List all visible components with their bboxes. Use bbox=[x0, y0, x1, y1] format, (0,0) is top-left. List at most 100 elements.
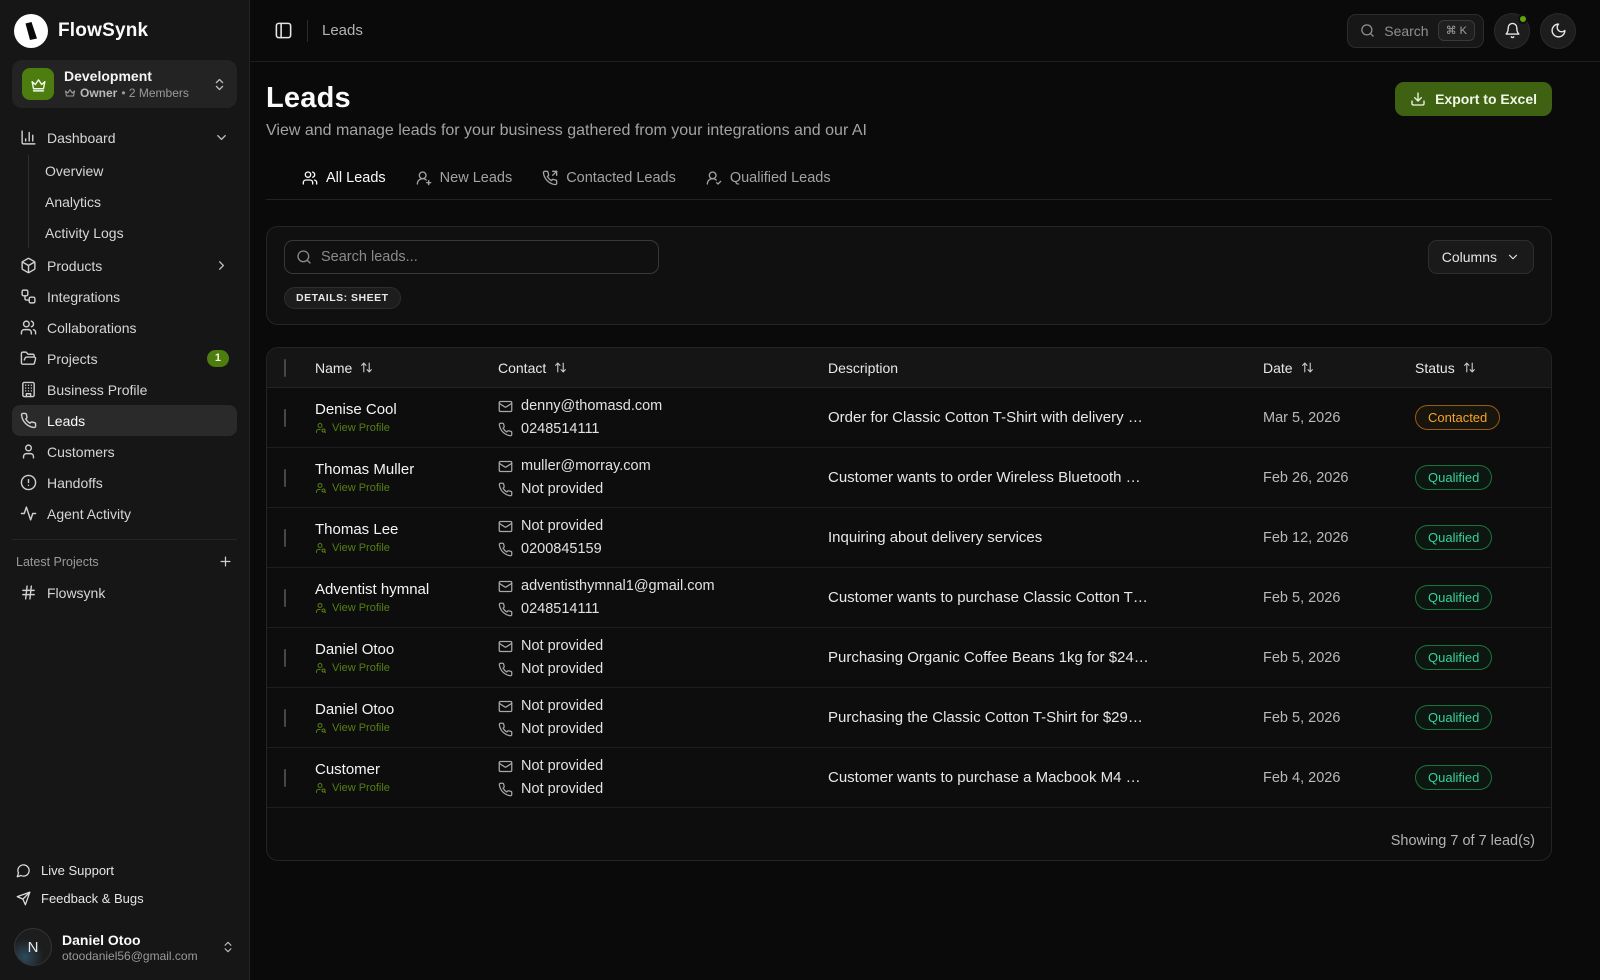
page-subtitle: View and manage leads for your business … bbox=[266, 122, 867, 140]
sidebar-item-dashboard[interactable]: Dashboard bbox=[12, 122, 237, 153]
table-row: Adventist hymnal View Profile adventisth… bbox=[267, 568, 1551, 628]
theme-toggle-button[interactable] bbox=[1540, 13, 1576, 49]
phone-icon bbox=[498, 662, 513, 677]
sidebar-toggle-button[interactable] bbox=[274, 21, 293, 40]
divider bbox=[12, 539, 237, 540]
phone-icon bbox=[20, 412, 37, 429]
notification-dot bbox=[1518, 14, 1528, 24]
sidebar-item-customers[interactable]: Customers bbox=[12, 436, 237, 467]
sidebar-item-project-flowsynk[interactable]: Flowsynk bbox=[12, 577, 237, 608]
sidebar-item-collaborations[interactable]: Collaborations bbox=[12, 312, 237, 343]
row-checkbox[interactable] bbox=[284, 709, 286, 727]
header-date[interactable]: Date bbox=[1263, 360, 1415, 376]
user-menu[interactable]: N Daniel Otoo otoodaniel56@gmail.com bbox=[12, 928, 237, 966]
status-badge: Qualified bbox=[1415, 765, 1492, 790]
sidebar-item-business-profile[interactable]: Business Profile bbox=[12, 374, 237, 405]
search-icon bbox=[1360, 23, 1375, 38]
results-count: Showing 7 of 7 lead(s) bbox=[1391, 833, 1535, 849]
view-profile-link[interactable]: View Profile bbox=[315, 722, 498, 734]
sidebar-item-overview[interactable]: Overview bbox=[45, 155, 237, 186]
phone-icon bbox=[498, 542, 513, 557]
tab-qualified-leads[interactable]: Qualified Leads bbox=[706, 170, 831, 186]
lead-date: Feb 5, 2026 bbox=[1263, 590, 1340, 606]
sidebar: FlowSynk Development Owner • 2 Members D… bbox=[0, 0, 250, 980]
lead-description: Customer wants to purchase Classic Cotto… bbox=[828, 589, 1148, 606]
row-checkbox[interactable] bbox=[284, 409, 286, 427]
mail-icon bbox=[498, 759, 513, 774]
workspace-role: Owner bbox=[80, 86, 117, 100]
live-support-link[interactable]: Live Support bbox=[12, 856, 237, 884]
view-profile-link[interactable]: View Profile bbox=[315, 602, 498, 614]
hash-icon bbox=[20, 584, 37, 601]
leads-tabs: All Leads New Leads Contacted Leads Qual… bbox=[266, 170, 1552, 200]
notifications-button[interactable] bbox=[1494, 13, 1530, 49]
topbar: Leads Search ⌘ K bbox=[250, 0, 1600, 62]
tab-contacted-leads[interactable]: Contacted Leads bbox=[542, 170, 676, 186]
main-area: Leads Search ⌘ K Leads View and manage l… bbox=[250, 0, 1600, 980]
sort-icon[interactable] bbox=[360, 361, 373, 374]
sidebar-item-handoffs[interactable]: Handoffs bbox=[12, 467, 237, 498]
row-checkbox[interactable] bbox=[284, 529, 286, 547]
lead-phone: Not provided bbox=[521, 781, 603, 797]
status-badge: Qualified bbox=[1415, 465, 1492, 490]
row-checkbox[interactable] bbox=[284, 649, 286, 667]
lead-date: Feb 4, 2026 bbox=[1263, 770, 1340, 786]
sort-icon[interactable] bbox=[554, 361, 567, 374]
view-profile-link[interactable]: View Profile bbox=[315, 782, 498, 794]
mail-icon bbox=[498, 399, 513, 414]
header-status[interactable]: Status bbox=[1415, 360, 1551, 376]
users-icon bbox=[302, 170, 318, 186]
package-icon bbox=[20, 257, 37, 274]
chevron-down-icon bbox=[214, 130, 229, 145]
chevron-down-icon bbox=[1506, 250, 1520, 264]
lead-description: Purchasing the Classic Cotton T-Shirt fo… bbox=[828, 709, 1143, 726]
lead-name: Customer bbox=[315, 761, 498, 778]
sidebar-item-agent-activity[interactable]: Agent Activity bbox=[12, 498, 237, 529]
tab-all-leads[interactable]: All Leads bbox=[302, 170, 386, 186]
sidebar-item-projects[interactable]: Projects 1 bbox=[12, 343, 237, 374]
tab-new-leads[interactable]: New Leads bbox=[416, 170, 513, 186]
lead-date: Feb 26, 2026 bbox=[1263, 470, 1348, 486]
view-profile-link[interactable]: View Profile bbox=[315, 542, 498, 554]
row-checkbox[interactable] bbox=[284, 589, 286, 607]
columns-dropdown-button[interactable]: Columns bbox=[1428, 240, 1534, 274]
view-profile-link[interactable]: View Profile bbox=[315, 662, 498, 674]
sort-icon[interactable] bbox=[1301, 361, 1314, 374]
user-icon bbox=[20, 443, 37, 460]
lead-email: Not provided bbox=[521, 758, 603, 774]
view-profile-link[interactable]: View Profile bbox=[315, 482, 498, 494]
sidebar-item-leads[interactable]: Leads bbox=[12, 405, 237, 436]
building-icon bbox=[20, 381, 37, 398]
sidebar-item-analytics[interactable]: Analytics bbox=[45, 186, 237, 217]
user-search-icon bbox=[315, 722, 327, 734]
lead-phone: Not provided bbox=[521, 661, 603, 677]
workspace-switcher[interactable]: Development Owner • 2 Members bbox=[12, 60, 237, 108]
table-row: Daniel Otoo View Profile Not provided No… bbox=[267, 628, 1551, 688]
export-to-excel-button[interactable]: Export to Excel bbox=[1395, 82, 1552, 116]
header-contact[interactable]: Contact bbox=[498, 360, 828, 376]
sidebar-item-integrations[interactable]: Integrations bbox=[12, 281, 237, 312]
leads-search-input[interactable] bbox=[321, 249, 647, 265]
download-icon bbox=[1410, 91, 1426, 107]
header-name[interactable]: Name bbox=[315, 360, 498, 376]
avatar: N bbox=[14, 928, 52, 966]
global-search-button[interactable]: Search ⌘ K bbox=[1347, 14, 1484, 48]
details-sheet-chip[interactable]: DETAILS: SHEET bbox=[284, 287, 401, 309]
table-row: Denise Cool View Profile denny@thomasd.c… bbox=[267, 388, 1551, 448]
sort-icon[interactable] bbox=[1463, 361, 1476, 374]
lead-name: Denise Cool bbox=[315, 401, 498, 418]
view-profile-link[interactable]: View Profile bbox=[315, 422, 498, 434]
feedback-bugs-link[interactable]: Feedback & Bugs bbox=[12, 884, 237, 912]
lead-description: Customer wants to order Wireless Bluetoo… bbox=[828, 469, 1141, 486]
row-checkbox[interactable] bbox=[284, 469, 286, 487]
add-project-button[interactable] bbox=[218, 554, 233, 569]
select-all-checkbox[interactable] bbox=[284, 359, 286, 377]
breadcrumb: Leads bbox=[322, 22, 363, 39]
sidebar-item-products[interactable]: Products bbox=[12, 250, 237, 281]
brand: FlowSynk bbox=[12, 10, 237, 60]
user-search-icon bbox=[315, 602, 327, 614]
sidebar-item-activity-logs[interactable]: Activity Logs bbox=[45, 217, 237, 248]
row-checkbox[interactable] bbox=[284, 769, 286, 787]
lead-description: Order for Classic Cotton T-Shirt with de… bbox=[828, 409, 1143, 426]
chevrons-up-down-icon bbox=[221, 940, 235, 954]
